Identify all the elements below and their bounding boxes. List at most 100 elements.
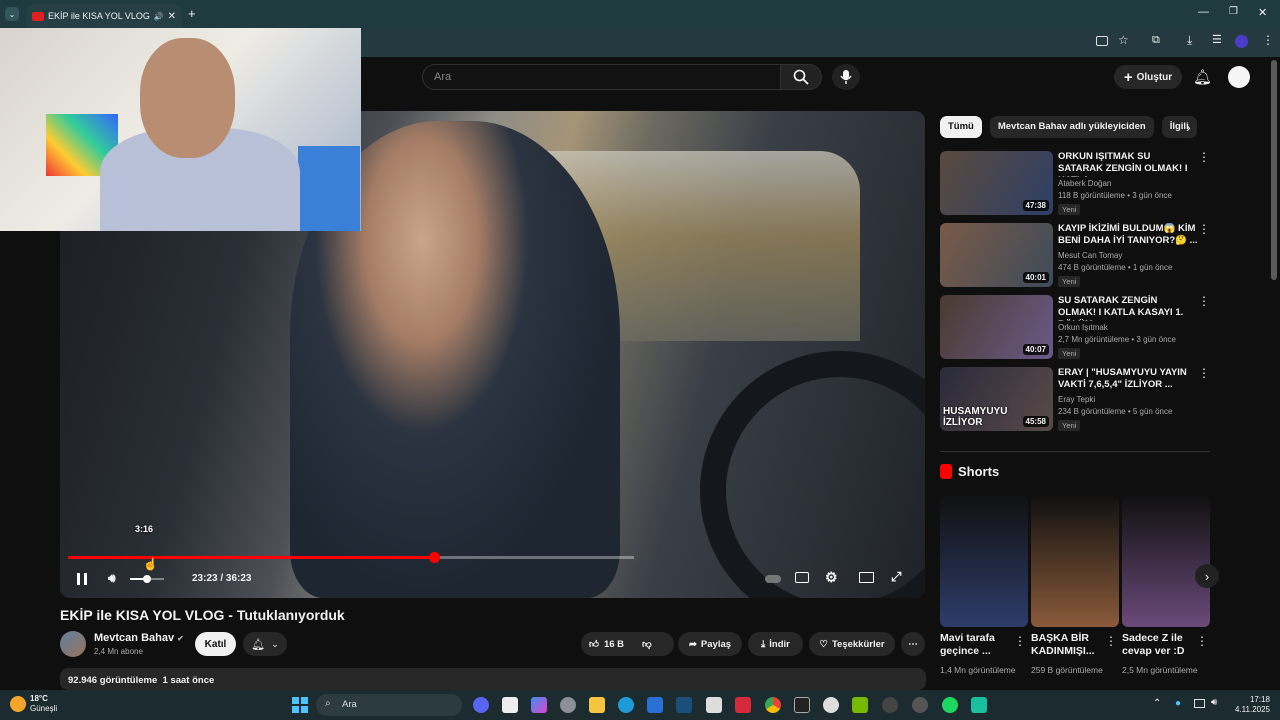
download-button[interactable]: ⤓ İndir <box>748 632 803 656</box>
short-title[interactable]: BAŞKA BİR KADINMIŞI... <box>1031 632 1107 658</box>
notifications-bell-icon[interactable]: 🔔︎ <box>1193 68 1212 86</box>
more-actions-button[interactable]: ⋯ <box>901 632 925 656</box>
app-icon[interactable] <box>706 697 722 713</box>
subtitles-icon[interactable] <box>795 572 809 583</box>
bookmark-star-icon[interactable]: ☆ <box>1118 33 1129 47</box>
page-scrollbar[interactable] <box>1271 60 1277 280</box>
copilot-icon[interactable] <box>531 697 547 713</box>
fullscreen-icon[interactable]: ⤢ <box>891 569 901 585</box>
discord-icon[interactable] <box>473 697 489 713</box>
taskbar-search[interactable]: ⌕ Ara <box>316 694 462 716</box>
recommendation-item[interactable]: HUSAMYUYU İZLİYOR 45:58 ERAY | "HUSAMYUY… <box>940 367 1215 433</box>
tab-search-icon[interactable]: ⌄ <box>5 7 19 21</box>
windows-start-icon[interactable] <box>292 697 308 713</box>
short-title[interactable]: Sadece Z ile cevap ver :D <box>1122 632 1198 658</box>
tray-volume-icon[interactable]: 🔊︎ <box>1211 697 1217 708</box>
capcut-icon[interactable] <box>794 697 810 713</box>
short-item[interactable]: BAŞKA BİR KADINMIŞI... 259 B görüntüleme… <box>1031 496 1119 675</box>
short-menu-icon[interactable]: ⋮ <box>1014 634 1026 648</box>
extensions-icon[interactable]: ⧉ <box>1152 34 1160 47</box>
app-dark-icon[interactable] <box>912 697 928 713</box>
epic-games-icon[interactable] <box>502 697 518 713</box>
channel-avatar[interactable] <box>60 631 86 657</box>
volume-icon[interactable]: 🔊︎ <box>108 571 116 586</box>
short-title[interactable]: Mavi tarafa geçince ... <box>940 632 1016 658</box>
recommendation-item[interactable]: 47:38 ORKUN IŞITMAK SU SATARAK ZENGİN OL… <box>940 151 1215 217</box>
recommendation-thumbnail[interactable]: HUSAMYUYU İZLİYOR 45:58 <box>940 367 1053 431</box>
subscribed-notifications-button[interactable]: 🔔︎ ⌄ <box>243 632 287 656</box>
recommendation-menu-icon[interactable]: ⋮ <box>1198 223 1210 239</box>
close-window-icon[interactable]: ✕ <box>1258 6 1267 19</box>
settings-app-icon[interactable] <box>560 697 576 713</box>
short-item[interactable]: Mavi tarafa geçince ... 1,4 Mn görüntüle… <box>940 496 1028 675</box>
chip-related[interactable]: İlgili <box>1161 116 1197 138</box>
profile-icon[interactable] <box>1235 35 1248 48</box>
short-menu-icon[interactable]: ⋮ <box>1196 634 1208 648</box>
short-item[interactable]: Sadece Z ile cevap ver :D 2,5 Mn görüntü… <box>1122 496 1210 675</box>
app-red-icon[interactable] <box>735 697 751 713</box>
tray-chevron-up-icon[interactable]: ⌃ <box>1153 698 1161 709</box>
voice-search-button[interactable] <box>832 64 860 90</box>
channel-name[interactable]: Mevtcan Bahav ✔ <box>94 632 184 644</box>
tray-mic-icon[interactable]: ● <box>1175 698 1181 709</box>
weather-widget[interactable]: 18°C Güneşli <box>10 694 70 714</box>
media-control-icon[interactable]: ☰ <box>1212 33 1222 46</box>
recommendation-menu-icon[interactable]: ⋮ <box>1198 367 1210 383</box>
thanks-button[interactable]: ♡ Teşekkürler <box>809 632 895 656</box>
chip-all[interactable]: Tümü <box>940 116 982 138</box>
cast-icon[interactable] <box>1096 36 1108 46</box>
recommendation-item[interactable]: 40:07 SU SATARAK ZENGİN OLMAK! I KATLA K… <box>940 295 1215 361</box>
app-gray-icon[interactable] <box>882 697 898 713</box>
recommendation-thumbnail[interactable]: 47:38 <box>940 151 1053 215</box>
share-button[interactable]: ➦ Paylaş <box>678 632 742 656</box>
recommendation-menu-icon[interactable]: ⋮ <box>1198 151 1210 167</box>
file-explorer-icon[interactable] <box>589 697 605 713</box>
edge-icon[interactable] <box>618 697 634 713</box>
like-button[interactable]: 👍︎ 16 B <box>589 638 624 651</box>
recommendation-thumbnail[interactable]: 40:07 <box>940 295 1053 359</box>
description-box[interactable]: 92.946 görüntüleme 1 saat önce <box>60 668 926 690</box>
account-avatar[interactable] <box>1228 66 1250 88</box>
chatgpt-icon[interactable] <box>823 697 839 713</box>
short-thumbnail[interactable] <box>940 496 1028 627</box>
download-icon[interactable]: ⤓ <box>1187 33 1192 48</box>
short-thumbnail[interactable] <box>1122 496 1210 627</box>
spotify-icon[interactable] <box>942 697 958 713</box>
chrome-icon[interactable] <box>765 697 781 713</box>
search-button[interactable] <box>780 64 822 90</box>
search-input[interactable]: Ara <box>422 64 782 90</box>
theater-mode-icon[interactable] <box>859 572 874 583</box>
close-tab-icon[interactable]: ✕ <box>168 11 176 22</box>
app-teal-icon[interactable] <box>971 697 987 713</box>
recommendation-title[interactable]: ORKUN IŞITMAK SU SATARAK ZENGİN OLMAK! I… <box>1058 151 1198 177</box>
join-button[interactable]: Katıl <box>195 632 236 656</box>
volume-knob[interactable] <box>143 575 151 583</box>
taskbar-clock[interactable]: 17:18 4.11.2025 <box>1226 695 1270 715</box>
short-thumbnail[interactable] <box>1031 496 1119 627</box>
pause-icon[interactable] <box>77 573 87 585</box>
store-icon[interactable] <box>647 697 663 713</box>
recommendation-title[interactable]: KAYIP İKİZİMİ BULDUM😱 KİM BENİ DAHA İYİ … <box>1058 223 1198 247</box>
autoplay-toggle-icon[interactable] <box>765 575 781 583</box>
nvidia-icon[interactable] <box>852 697 868 713</box>
recommendation-thumbnail[interactable]: 40:01 <box>940 223 1053 287</box>
recommendation-item[interactable]: 40:01 KAYIP İKİZİMİ BULDUM😱 KİM BENİ DAH… <box>940 223 1215 289</box>
browser-tab[interactable]: EKİP ile KISA YOL VLOG - Tu 🔊 ✕ <box>26 4 182 28</box>
create-button[interactable]: + Oluştur <box>1114 65 1182 89</box>
shorts-next-button[interactable]: › <box>1195 564 1219 588</box>
settings-gear-icon[interactable]: ⚙ <box>825 569 838 586</box>
volume-slider[interactable] <box>130 575 164 583</box>
recommendation-title[interactable]: ERAY | "HUSAMYUYU YAYIN VAKTİ 7,6,5,4" İ… <box>1058 367 1198 391</box>
browser-menu-icon[interactable]: ⋮ <box>1262 33 1274 47</box>
recommendation-title[interactable]: SU SATARAK ZENGİN OLMAK! I KATLA KASAYI … <box>1058 295 1198 321</box>
recommendation-menu-icon[interactable]: ⋮ <box>1198 295 1210 311</box>
chips-next-chevron-icon[interactable]: › <box>1186 119 1191 135</box>
maximize-icon[interactable]: ❐ <box>1229 6 1238 17</box>
tray-display-icon[interactable] <box>1194 699 1205 708</box>
steam-icon[interactable] <box>676 697 692 713</box>
short-menu-icon[interactable]: ⋮ <box>1105 634 1117 648</box>
dislike-button[interactable]: 👎︎ <box>642 638 652 650</box>
chip-from-uploader[interactable]: Mevtcan Bahav adlı yükleyiciden <box>989 116 1154 138</box>
minimize-icon[interactable]: — <box>1198 6 1209 18</box>
new-tab-icon[interactable]: + <box>188 6 196 21</box>
